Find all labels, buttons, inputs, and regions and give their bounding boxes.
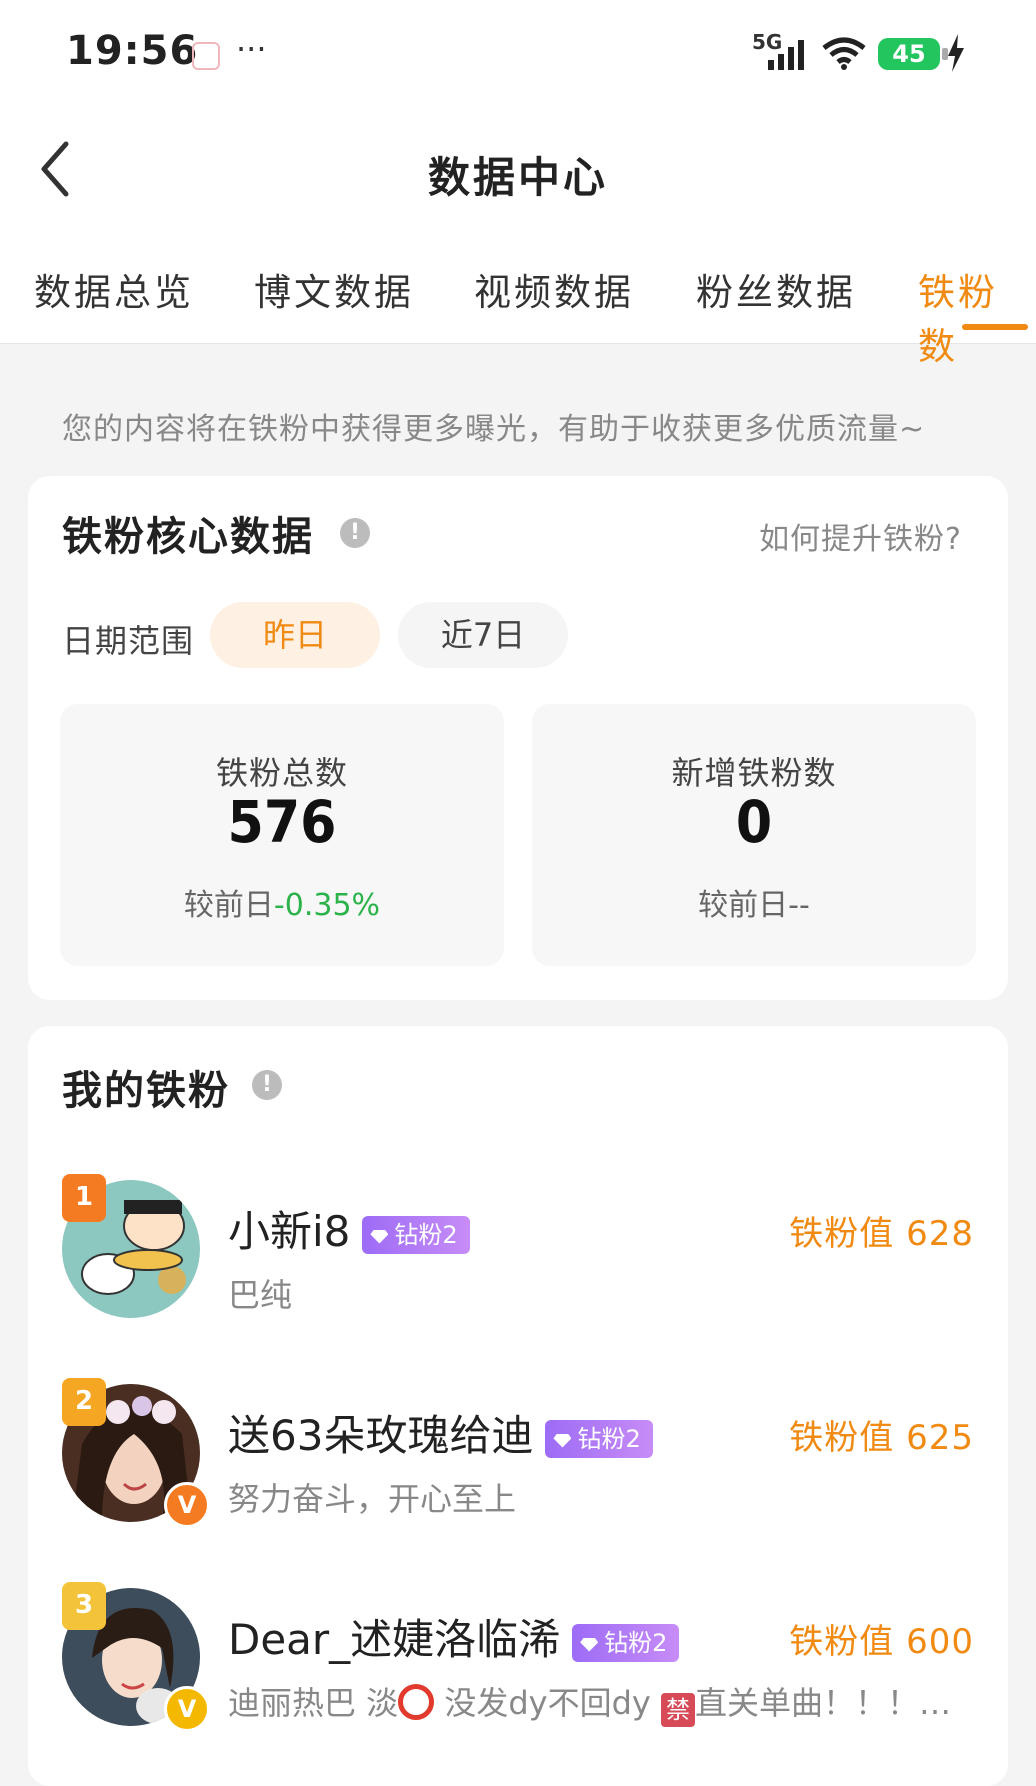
- iron-fan-score: 铁粉值 625: [789, 1418, 974, 1458]
- date-range-label: 日期范围: [62, 622, 195, 660]
- compare-value: -0.35%: [273, 888, 381, 923]
- date-option-7days[interactable]: 近7日: [398, 602, 568, 668]
- tab-overview[interactable]: 数据总览: [34, 262, 194, 316]
- tab-posts[interactable]: 博文数据: [254, 262, 414, 316]
- stat-total-iron-fans: 铁粉总数 576 较前日-0.35%: [60, 704, 504, 966]
- tag-label: 钻粉2: [577, 1424, 641, 1453]
- info-icon[interactable]: !: [252, 1070, 282, 1100]
- rank-badge: 2: [62, 1378, 106, 1426]
- tab-videos[interactable]: 视频数据: [474, 262, 634, 316]
- signature-text: 直关单曲！！！…: [695, 1684, 952, 1722]
- compare-prefix: 较前日: [698, 888, 789, 923]
- core-data-card: 铁粉核心数据 ! 如何提升铁粉? 日期范围 昨日 近7日 铁粉总数 576 较前…: [28, 476, 1008, 1000]
- charging-icon: [948, 34, 964, 72]
- tab-iron-fans[interactable]: 铁粉数: [918, 262, 1036, 370]
- signature-text: 迪丽热巴 淡: [228, 1684, 399, 1722]
- forbidden-icon: 禁: [661, 1693, 696, 1727]
- diamond-fan-tag: 钻粉2: [545, 1419, 653, 1458]
- fan-name[interactable]: 送63朵玫瑰给迪 钻粉2: [228, 1402, 653, 1463]
- stat-new-iron-fans: 新增铁粉数 0 较前日--: [532, 704, 976, 966]
- iron-fan-score: 铁粉值 628: [789, 1214, 974, 1254]
- diamond-icon: [370, 1229, 389, 1244]
- fan-signature: 迪丽热巴 淡 没发dy不回dy 禁直关单曲！！！…: [228, 1678, 998, 1727]
- status-time: 19:56: [66, 28, 199, 74]
- verified-badge-icon: V: [164, 1686, 210, 1732]
- compare-value: --: [788, 888, 810, 923]
- diamond-fan-tag: 钻粉2: [362, 1215, 470, 1254]
- more-notifications-icon: ···: [236, 30, 267, 68]
- verified-badge-icon: V: [164, 1482, 210, 1528]
- fan-name-text: Dear_述婕洛临浠: [228, 1615, 561, 1664]
- rank-badge: 1: [62, 1174, 106, 1222]
- stat-value: 576: [227, 788, 337, 856]
- my-iron-fans-card: 我的铁粉 ! 1 小新i8 钻粉2 巴纯 铁粉值 628 2 V 送63朵玫瑰给迪…: [28, 1026, 1008, 1786]
- tab-bar: 数据总览 博文数据 视频数据 粉丝数据 铁粉数: [0, 250, 1036, 368]
- battery-icon: 45: [878, 38, 948, 70]
- stat-change: 较前日-0.35%: [60, 880, 504, 924]
- exposure-hint: 您的内容将在铁粉中获得更多曝光，有助于收获更多优质流量~: [62, 412, 926, 447]
- diamond-icon: [580, 1637, 599, 1652]
- fan-name[interactable]: 小新i8 钻粉2: [228, 1198, 470, 1259]
- fan-name-text: 送63朵玫瑰给迪: [228, 1411, 534, 1460]
- page-title: 数据中心: [427, 153, 608, 202]
- info-icon[interactable]: !: [340, 518, 370, 548]
- top-bar: 19:56 ··· 5G 45 数据中心 数据总览 博文数据 视频数据 粉丝数据…: [0, 0, 1036, 368]
- signal-icon: [768, 40, 804, 70]
- fan-name-text: 小新i8: [228, 1207, 351, 1256]
- fan-row[interactable]: 2 V 送63朵玫瑰给迪 钻粉2 努力奋斗，开心至上 铁粉值 625: [28, 1378, 1008, 1534]
- tag-label: 钻粉2: [394, 1220, 458, 1249]
- tag-label: 钻粉2: [604, 1628, 668, 1657]
- stat-value: 0: [735, 788, 773, 856]
- how-to-improve-link[interactable]: 如何提升铁粉?: [759, 514, 962, 558]
- signature-text: 没发dy不回dy: [444, 1684, 651, 1722]
- status-bar: 19:56 ··· 5G 45: [0, 0, 1036, 105]
- fan-signature: 巴纯: [228, 1276, 293, 1314]
- date-option-yesterday[interactable]: 昨日: [210, 602, 380, 668]
- my-iron-fans-title: 我的铁粉: [62, 1068, 230, 1114]
- compare-prefix: 较前日: [183, 888, 274, 923]
- iron-fan-score: 铁粉值 600: [789, 1622, 974, 1662]
- fan-name[interactable]: Dear_述婕洛临浠 钻粉2: [228, 1606, 680, 1667]
- weibo-notification-icon: [192, 42, 220, 70]
- tab-fans[interactable]: 粉丝数据: [696, 262, 856, 316]
- red-circle-icon: [398, 1684, 435, 1720]
- active-tab-indicator: [962, 324, 1028, 330]
- rank-badge: 3: [62, 1582, 106, 1630]
- fan-row[interactable]: 3 V Dear_述婕洛临浠 钻粉2 迪丽热巴 淡 没发dy不回dy 禁直关单曲！…: [28, 1582, 1008, 1738]
- stat-change: 较前日--: [532, 880, 976, 924]
- diamond-fan-tag: 钻粉2: [572, 1623, 680, 1662]
- diamond-icon: [553, 1433, 572, 1448]
- wifi-icon: [822, 37, 866, 70]
- fan-row[interactable]: 1 小新i8 钻粉2 巴纯 铁粉值 628: [28, 1174, 1008, 1330]
- fan-signature: 努力奋斗，开心至上: [228, 1480, 517, 1518]
- core-data-title: 铁粉核心数据: [62, 514, 314, 560]
